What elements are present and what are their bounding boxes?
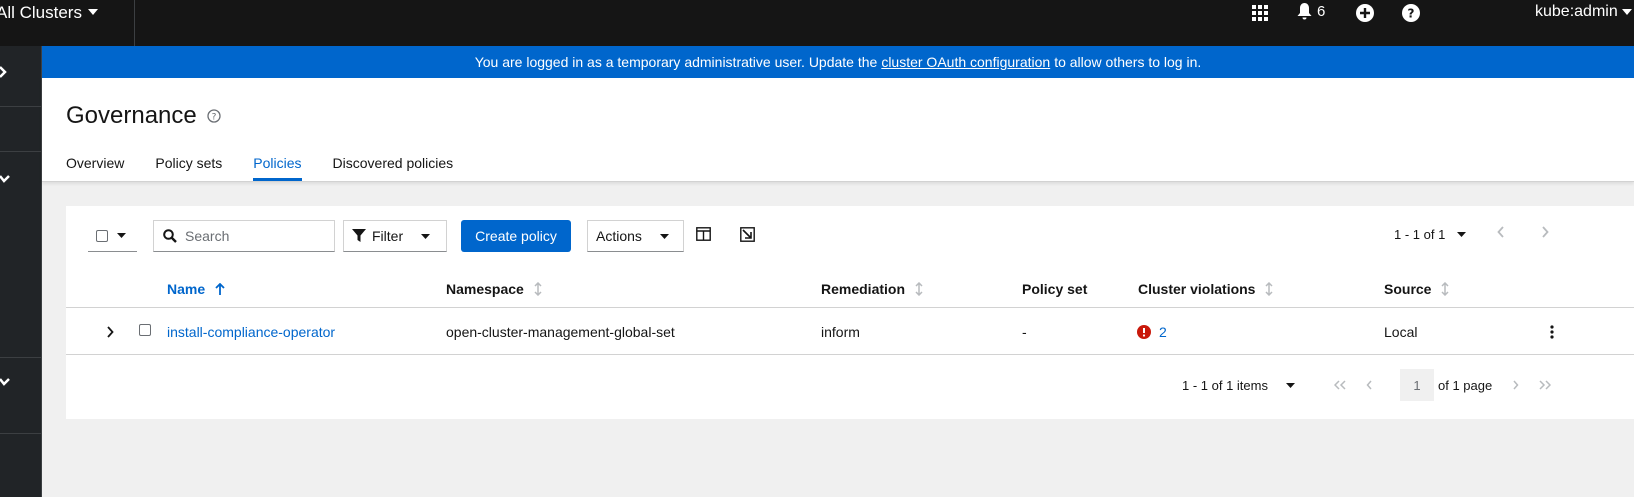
cluster-violations-cell: 2	[1137, 324, 1167, 340]
page-header: Governance ? Overview Policy sets Polici…	[42, 78, 1634, 182]
banner-text: You are logged in as a temporary adminis…	[474, 54, 878, 70]
help-icon[interactable]: ?	[1402, 4, 1420, 22]
notifications-count: 6	[1317, 3, 1326, 20]
policy-name-link[interactable]: install-compliance-operator	[167, 324, 335, 340]
tab-overview[interactable]: Overview	[66, 144, 124, 181]
column-header-name[interactable]: Name	[167, 281, 225, 297]
tab-policies[interactable]: Policies	[253, 144, 302, 181]
user-menu[interactable]: kube:admin	[1535, 3, 1632, 21]
search-box	[153, 220, 335, 252]
caret-down-icon	[1457, 232, 1467, 237]
add-icon[interactable]	[1356, 4, 1374, 22]
app-launcher-icon[interactable]	[1252, 5, 1268, 21]
svg-text:?: ?	[211, 113, 216, 123]
expand-row-icon[interactable]	[106, 326, 114, 338]
chevron-right-icon[interactable]	[1512, 380, 1519, 390]
policy-set-cell: -	[1022, 324, 1027, 340]
sort-icon	[534, 282, 542, 296]
chevron-left-icon[interactable]	[1497, 226, 1505, 238]
manage-columns-icon[interactable]	[696, 227, 711, 241]
page-title-text: Governance	[66, 102, 197, 129]
sidebar	[0, 46, 42, 497]
row-checkbox[interactable]	[139, 324, 151, 336]
expand-icon[interactable]	[740, 227, 755, 242]
arrow-up-icon	[215, 283, 225, 295]
filter-dropdown[interactable]: Filter	[343, 220, 447, 252]
kebab-menu-icon[interactable]	[1550, 325, 1554, 339]
select-all-checkbox[interactable]	[96, 229, 108, 242]
first-page-icon[interactable]	[1334, 380, 1346, 390]
column-header-namespace[interactable]: Namespace	[446, 281, 542, 297]
exclamation-circle-icon	[1137, 325, 1151, 339]
cluster-violations-link[interactable]: 2	[1159, 324, 1167, 340]
chevron-down-icon[interactable]	[0, 175, 10, 183]
search-icon	[163, 229, 177, 243]
filter-label: Filter	[372, 228, 404, 244]
column-header-policy-set: Policy set	[1022, 281, 1088, 297]
search-input[interactable]	[185, 228, 325, 244]
actions-label: Actions	[596, 228, 642, 244]
table-toolbar: Filter Create policy Actions 1 - 1 of 1	[66, 206, 1634, 268]
bell-icon	[1297, 3, 1312, 20]
table-row: install-compliance-operator open-cluster…	[66, 308, 1634, 355]
caret-down-icon	[117, 233, 126, 238]
page-number-input[interactable]	[1400, 369, 1434, 401]
pagination-range: 1 - 1 of 1	[1394, 227, 1446, 242]
column-header-source[interactable]: Source	[1384, 281, 1449, 297]
caret-down-icon	[1285, 383, 1295, 388]
chevron-right-icon[interactable]	[1541, 226, 1549, 238]
policy-name-cell: install-compliance-operator	[167, 324, 335, 340]
filter-icon	[352, 229, 366, 242]
bulk-select[interactable]	[88, 220, 137, 252]
remediation-cell: inform	[821, 324, 860, 340]
svg-text:?: ?	[1408, 7, 1415, 21]
cluster-switcher[interactable]: All Clusters	[0, 0, 135, 46]
governance-tabs: Overview Policy sets Policies Discovered…	[66, 144, 484, 181]
user-name: kube:admin	[1535, 3, 1618, 20]
chevron-right-icon[interactable]	[0, 65, 10, 79]
column-header-cluster-violations[interactable]: Cluster violations	[1138, 281, 1273, 297]
policies-card: Filter Create policy Actions 1 - 1 of 1 …	[66, 206, 1634, 419]
table-header: Name Namespace Remediation Policy set Cl…	[66, 268, 1634, 308]
notifications-button[interactable]: 6	[1297, 3, 1325, 20]
actions-dropdown[interactable]: Actions	[587, 220, 684, 252]
cluster-switcher-label: All Clusters	[0, 3, 82, 22]
sort-icon	[1265, 282, 1273, 296]
temporary-admin-banner: You are logged in as a temporary adminis…	[42, 46, 1634, 78]
last-page-icon[interactable]	[1539, 380, 1551, 390]
tab-discovered-policies[interactable]: Discovered policies	[333, 144, 454, 181]
caret-down-icon	[88, 9, 98, 15]
caret-down-icon	[421, 233, 431, 239]
create-policy-button[interactable]: Create policy	[461, 220, 571, 252]
chevron-down-icon[interactable]	[0, 378, 10, 386]
banner-text: to allow others to log in.	[1054, 54, 1202, 70]
pagination-bottom[interactable]: 1 - 1 of 1 items	[1182, 378, 1295, 393]
column-header-remediation[interactable]: Remediation	[821, 281, 923, 297]
masthead: All Clusters 6 ? kube:admin	[0, 0, 1634, 46]
namespace-cell: open-cluster-management-global-set	[446, 324, 675, 340]
source-cell: Local	[1384, 324, 1418, 340]
sort-icon	[915, 282, 923, 296]
of-pages-label: of 1 page	[1438, 378, 1493, 393]
pagination-items: 1 - 1 of 1 items	[1182, 378, 1268, 393]
chevron-left-icon[interactable]	[1366, 380, 1373, 390]
caret-down-icon	[1621, 9, 1632, 15]
caret-down-icon	[659, 233, 669, 239]
page-title: Governance ?	[66, 102, 221, 130]
tab-policy-sets[interactable]: Policy sets	[155, 144, 222, 181]
pagination-top[interactable]: 1 - 1 of 1	[1394, 227, 1467, 242]
sort-icon	[1441, 282, 1449, 296]
help-icon[interactable]: ?	[207, 109, 221, 123]
oauth-config-link[interactable]: cluster OAuth configuration	[881, 54, 1050, 70]
